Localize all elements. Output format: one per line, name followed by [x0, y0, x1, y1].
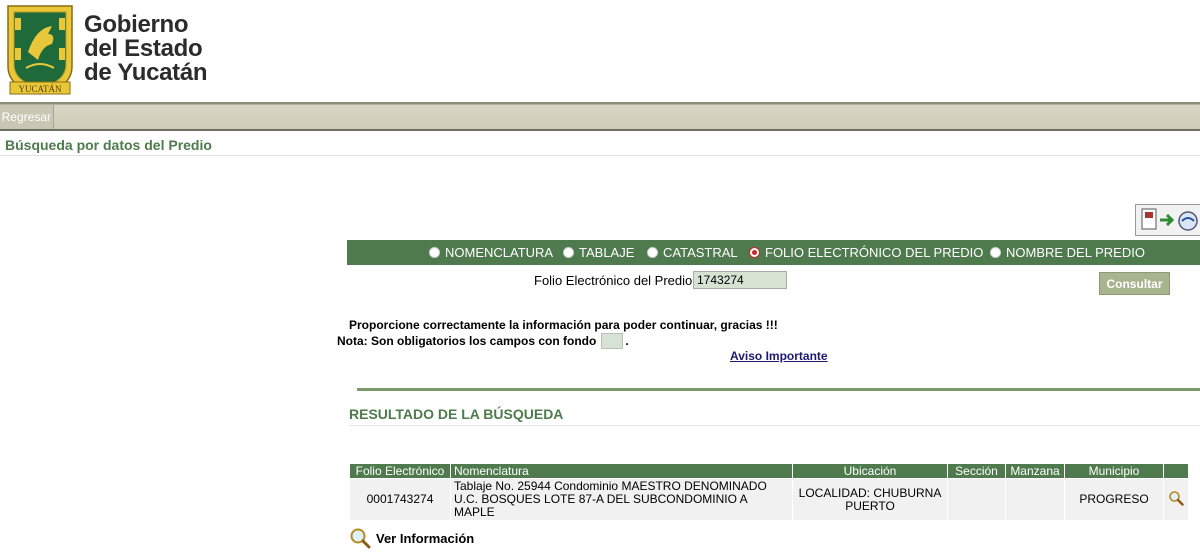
- required-note-text: Nota: Son obligatorios los campos con fo…: [337, 334, 597, 348]
- radio-catastral[interactable]: [647, 247, 658, 258]
- option-catastral[interactable]: CATASTRAL: [647, 245, 738, 260]
- instruction-text: Proporcione correctamente la información…: [349, 318, 778, 332]
- radio-folio[interactable]: [749, 247, 760, 258]
- required-note-end: .: [625, 334, 629, 348]
- section-divider: [357, 388, 1200, 391]
- title-divider: [0, 155, 1200, 156]
- title-line-2: del Estado: [84, 35, 203, 62]
- svg-text:YUCATÁN: YUCATÁN: [18, 84, 62, 94]
- option-label: NOMBRE DEL PREDIO: [1006, 245, 1145, 260]
- cell-seccion: [947, 478, 1006, 521]
- radio-nombre[interactable]: [990, 247, 1001, 258]
- back-button[interactable]: Regresar: [0, 105, 54, 129]
- col-seccion: Sección: [947, 463, 1006, 479]
- title-line-1: Gobierno: [84, 11, 189, 38]
- folio-input[interactable]: [693, 271, 787, 289]
- results-divider: [349, 425, 1200, 426]
- results-title: RESULTADO DE LA BÚSQUEDA: [349, 406, 564, 422]
- option-tablaje[interactable]: TABLAJE: [563, 245, 634, 260]
- cell-ubicacion: LOCALIDAD: CHUBURNA PUERTO: [792, 478, 948, 521]
- title-line-3: de Yucatán: [84, 59, 208, 86]
- cell-folio: 0001743274: [349, 478, 451, 521]
- consultar-button[interactable]: Consultar: [1099, 272, 1170, 295]
- option-nomenclatura[interactable]: NOMENCLATURA: [429, 245, 553, 260]
- option-label: CATASTRAL: [663, 245, 738, 260]
- col-manzana: Manzana: [1005, 463, 1065, 479]
- required-note: Nota: Son obligatorios los campos con fo…: [337, 333, 629, 349]
- col-municipio: Municipio: [1064, 463, 1164, 479]
- cell-municipio: PROGRESO: [1064, 478, 1164, 521]
- state-seal-logo: YUCATÁN: [7, 5, 73, 95]
- results-table: Folio Electrónico Nomenclatura Ubicación…: [349, 463, 1189, 521]
- col-folio: Folio Electrónico: [349, 463, 451, 479]
- ver-informacion-label: Ver Información: [376, 530, 475, 546]
- radio-tablaje[interactable]: [563, 247, 574, 258]
- page-title: Búsqueda por datos del Predio: [5, 137, 212, 153]
- col-ubicacion: Ubicación: [792, 463, 948, 479]
- option-label: NOMENCLATURA: [445, 245, 554, 260]
- ver-informacion-button[interactable]: Ver Información: [349, 527, 474, 549]
- magnifier-icon[interactable]: [1168, 490, 1184, 506]
- radio-nomenclatura[interactable]: [429, 247, 440, 258]
- government-title: Gobierno del Estado de Yucatán: [84, 11, 208, 86]
- top-navbar: Regresar: [0, 102, 1200, 131]
- option-label: FOLIO ELECTRÓNICO DEL PREDIO: [765, 245, 984, 260]
- magnifier-icon: [350, 528, 371, 549]
- row-view-button[interactable]: [1163, 478, 1189, 521]
- export-icon[interactable]: [1135, 204, 1200, 236]
- col-action: [1163, 463, 1189, 479]
- required-color-swatch: [601, 333, 624, 349]
- search-type-bar: NOMENCLATURA TABLAJE CATASTRAL FOLIO ELE…: [347, 240, 1200, 265]
- folio-label: Folio Electrónico del Predio:: [534, 273, 696, 288]
- cell-manzana: [1005, 478, 1065, 521]
- table-row: 0001743274 Tablaje No. 25944 Condominio …: [349, 478, 1189, 521]
- option-folio[interactable]: FOLIO ELECTRÓNICO DEL PREDIO: [749, 245, 983, 260]
- option-nombre[interactable]: NOMBRE DEL PREDIO: [990, 245, 1145, 260]
- aviso-importante-link[interactable]: Aviso Importante: [730, 349, 828, 363]
- col-nomenclatura: Nomenclatura: [450, 463, 793, 479]
- cell-nomenclatura: Tablaje No. 25944 Condominio MAESTRO DEN…: [450, 478, 793, 521]
- option-label: TABLAJE: [579, 245, 635, 260]
